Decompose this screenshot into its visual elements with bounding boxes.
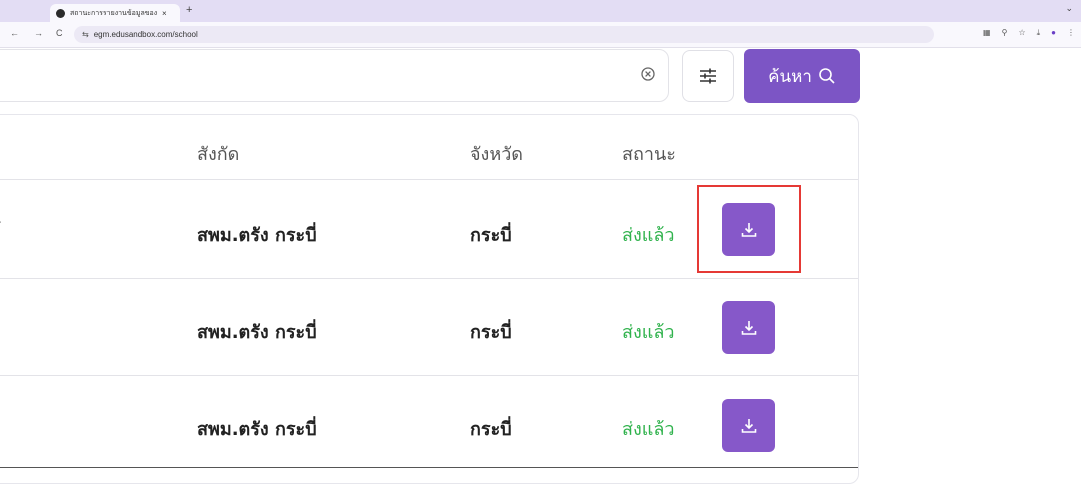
- divider: [0, 179, 858, 180]
- download-icon: [741, 418, 756, 433]
- browser-tab[interactable]: สถานะการรายงานข้อมูลของ รร. ×: [50, 4, 180, 22]
- column-header-status: สถานะ: [622, 144, 676, 165]
- affiliation-cell: สพม.ตรัง กระบี่: [197, 322, 317, 343]
- province-cell: กระบี่: [470, 225, 512, 246]
- province-cell: กระบี่: [470, 419, 512, 440]
- url-text[interactable]: egm.edusandbox.com/school: [94, 30, 198, 39]
- affiliation-cell: สพม.ตรัง กระบี่: [197, 419, 317, 440]
- filter-sliders-icon: [700, 68, 716, 84]
- download-button[interactable]: [722, 301, 775, 354]
- clear-circle-icon[interactable]: [638, 64, 658, 84]
- province-cell: กระบี่: [470, 322, 512, 343]
- search-button-label: ค้นหา: [768, 66, 812, 87]
- status-badge: ส่งแล้ว: [622, 322, 675, 343]
- favicon-icon: [56, 8, 65, 18]
- browser-toolbar: ← → C ⇆ egm.edusandbox.com/school ▦ ⚲ ☆ …: [0, 22, 1081, 48]
- site-info-icon[interactable]: ⇆: [82, 30, 89, 39]
- divider: [0, 278, 858, 279]
- browser-tab-strip: สถานะการรายงานข้อมูลของ รร. × + ⌄: [0, 0, 1081, 22]
- status-badge: ส่งแล้ว: [622, 419, 675, 440]
- divider: [0, 375, 858, 376]
- reload-icon[interactable]: C: [56, 28, 63, 38]
- tab-search-menu-icon[interactable]: ⌄: [1065, 3, 1073, 14]
- bookmark-star-icon[interactable]: ☆: [1018, 28, 1025, 38]
- search-button[interactable]: ค้นหา: [744, 49, 860, 103]
- more-icon[interactable]: ⋮: [1067, 28, 1075, 38]
- new-tab-button[interactable]: +: [186, 4, 192, 16]
- column-header-affiliation: สังกัด: [197, 144, 240, 165]
- forward-arrow-icon[interactable]: →: [34, 28, 43, 38]
- profile-icon[interactable]: ●: [1051, 28, 1056, 38]
- search-icon: [819, 68, 835, 84]
- search-input[interactable]: [0, 49, 669, 102]
- highlight-box: [697, 185, 801, 273]
- tab-title: สถานะการรายงานข้อมูลของ รร.: [70, 9, 158, 17]
- download-icon[interactable]: ⤓: [1037, 28, 1041, 38]
- tab-close-icon[interactable]: ×: [162, 9, 167, 18]
- back-arrow-icon[interactable]: ←: [10, 28, 19, 38]
- affiliation-cell: สพม.ตรัง กระบี่: [197, 225, 317, 246]
- download-icon: [741, 320, 756, 335]
- download-button[interactable]: [722, 399, 775, 452]
- address-bar[interactable]: ⇆ egm.edusandbox.com/school: [74, 26, 934, 43]
- column-header-province: จังหวัด: [470, 144, 523, 165]
- translate-icon[interactable]: ▦: [983, 28, 991, 38]
- zoom-icon[interactable]: ⚲: [1002, 28, 1008, 38]
- status-badge: ส่งแล้ว: [622, 225, 675, 246]
- filter-button[interactable]: [682, 50, 734, 102]
